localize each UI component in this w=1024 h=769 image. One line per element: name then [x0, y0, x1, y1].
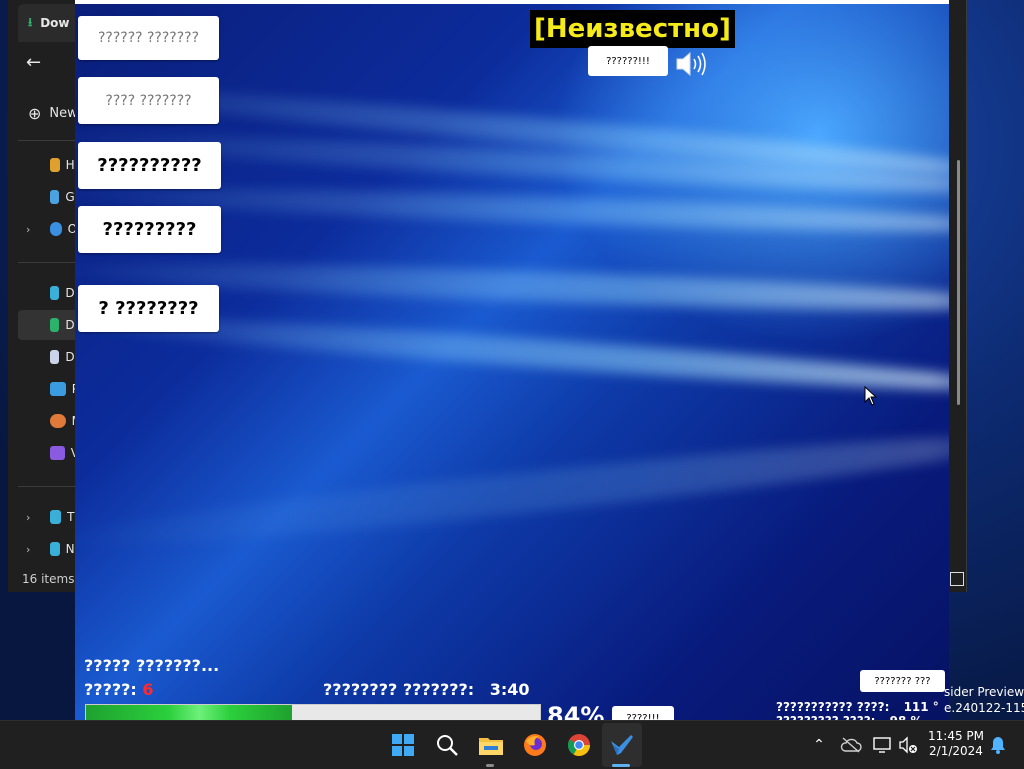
chevron-right-icon[interactable]: ›	[26, 543, 30, 556]
sidebar-item-network[interactable]: › Ne	[18, 534, 82, 564]
menu-button-label: ?????? ???????	[97, 30, 200, 46]
items-count: 16 items	[22, 572, 75, 586]
new-button[interactable]: ⊕ New	[28, 104, 78, 123]
chevron-right-icon[interactable]: ›	[26, 511, 30, 524]
menu-button-4[interactable]: ?????????	[78, 206, 221, 253]
this-pc-icon	[50, 510, 62, 524]
volume-muted-icon	[899, 736, 917, 754]
cloud-offline-icon	[840, 737, 862, 753]
game-title: [Неизвестно]	[530, 10, 735, 48]
score-display: ?????: 6	[84, 680, 154, 699]
right-action-button-label: ??????? ???	[874, 675, 931, 687]
watermark-line-1: sider Preview	[944, 685, 1024, 699]
taskbar: ⌃ 11:45 PM 2/1/2024	[0, 720, 1024, 769]
network-icon	[50, 542, 60, 556]
time-display: ???????? ???????: 3:40	[323, 680, 530, 699]
explorer-tab-title: Dow	[40, 16, 70, 30]
watermark-line-2: e.240122-1157	[944, 701, 1024, 715]
search-button[interactable]	[433, 731, 461, 759]
sidebar-item-gallery[interactable]: Ga	[18, 182, 82, 212]
top-action-button[interactable]: ??????!!!	[588, 46, 668, 76]
running-indicator	[486, 764, 494, 767]
bell-icon	[991, 737, 1005, 754]
onedrive-icon	[50, 222, 62, 236]
chrome-icon	[568, 734, 590, 756]
videos-icon	[50, 446, 65, 460]
clock[interactable]: 11:45 PM 2/1/2024	[922, 729, 990, 759]
view-toggle-icon[interactable]	[950, 572, 964, 586]
onedrive-tray-button[interactable]	[837, 731, 865, 759]
sidebar-item-desktop[interactable]: De	[18, 278, 82, 308]
menu-button-1[interactable]: ?????? ???????	[78, 16, 219, 60]
show-hidden-icons-button[interactable]: ⌃	[805, 731, 833, 759]
plus-icon: ⊕	[28, 104, 42, 123]
right-action-button[interactable]: ??????? ???	[860, 670, 945, 692]
menu-button-label: ?????????	[102, 219, 197, 240]
score-label: ?????:	[84, 680, 137, 699]
active-indicator	[612, 764, 630, 767]
chevron-right-icon[interactable]: ›	[26, 223, 30, 236]
app-bird-icon	[611, 735, 633, 755]
folder-icon	[479, 738, 503, 755]
game-window: ?????? ??????? ???? ??????? ?????????? ?…	[75, 0, 949, 724]
right-hud-row-1: ??????????? ????: 111 °	[776, 700, 939, 714]
game-app-button[interactable]	[608, 731, 636, 759]
top-action-button-label: ??????!!!	[606, 55, 650, 67]
home-icon	[50, 158, 60, 172]
sidebar-item-pictures[interactable]: Pi	[18, 374, 82, 404]
right-hud-value-1: 111 °	[903, 700, 939, 714]
documents-icon	[50, 350, 60, 364]
downloads-icon	[50, 318, 60, 332]
desktop-icon	[50, 286, 60, 300]
network-tray-button[interactable]	[869, 731, 897, 759]
sidebar-item-downloads[interactable]: Do	[18, 310, 82, 340]
clock-date: 2/1/2024	[929, 744, 983, 758]
sidebar-item-home[interactable]: Ho	[18, 150, 82, 180]
pictures-icon	[50, 382, 66, 396]
mouse-cursor-icon	[864, 386, 878, 406]
scrollbar[interactable]	[957, 160, 960, 405]
clock-time: 11:45 PM	[928, 729, 984, 743]
menu-button-label: ??????????	[97, 155, 202, 176]
speaker-icon[interactable]	[675, 48, 709, 84]
divider	[18, 262, 82, 263]
chrome-button[interactable]	[565, 731, 593, 759]
menu-button-3[interactable]: ??????????	[78, 142, 221, 189]
sidebar-item-videos[interactable]: Vi	[18, 438, 82, 468]
notifications-button[interactable]	[984, 731, 1012, 759]
menu-button-label: ? ????????	[98, 298, 199, 319]
status-line: ????? ???????...	[84, 656, 220, 675]
sidebar-item-documents[interactable]: Do	[18, 342, 82, 372]
volume-tray-button[interactable]	[894, 731, 922, 759]
menu-button-label: ???? ???????	[105, 92, 192, 109]
network-icon	[873, 737, 891, 753]
right-hud-label-1: ??????????? ????:	[776, 700, 890, 714]
firefox-icon	[524, 734, 546, 756]
time-label: ???????? ???????:	[323, 680, 475, 699]
score-value: 6	[142, 680, 154, 699]
start-button[interactable]	[389, 731, 417, 759]
new-button-label: New	[49, 106, 78, 121]
firefox-button[interactable]	[521, 731, 549, 759]
chevron-up-icon: ⌃	[813, 737, 825, 753]
divider	[18, 486, 82, 487]
gallery-icon	[50, 190, 60, 204]
windows-watermark: sider Preview e.240122-1157	[944, 684, 1024, 716]
file-explorer-button[interactable]	[477, 731, 505, 759]
menu-button-5[interactable]: ? ????????	[78, 285, 219, 332]
sidebar-item-this-pc[interactable]: › Th	[18, 502, 82, 532]
sidebar-item-music[interactable]: M	[18, 406, 82, 436]
windows-logo-icon	[392, 734, 414, 756]
music-icon	[50, 414, 66, 428]
sidebar-item-onedrive[interactable]: › Or	[18, 214, 82, 244]
time-value: 3:40	[489, 680, 530, 699]
back-arrow-icon[interactable]: ←	[26, 52, 41, 73]
wallpaper-streak	[75, 419, 949, 564]
downloads-icon: ⭳	[28, 14, 33, 29]
search-icon	[437, 735, 458, 756]
divider	[18, 140, 82, 141]
menu-button-2[interactable]: ???? ???????	[78, 77, 219, 124]
